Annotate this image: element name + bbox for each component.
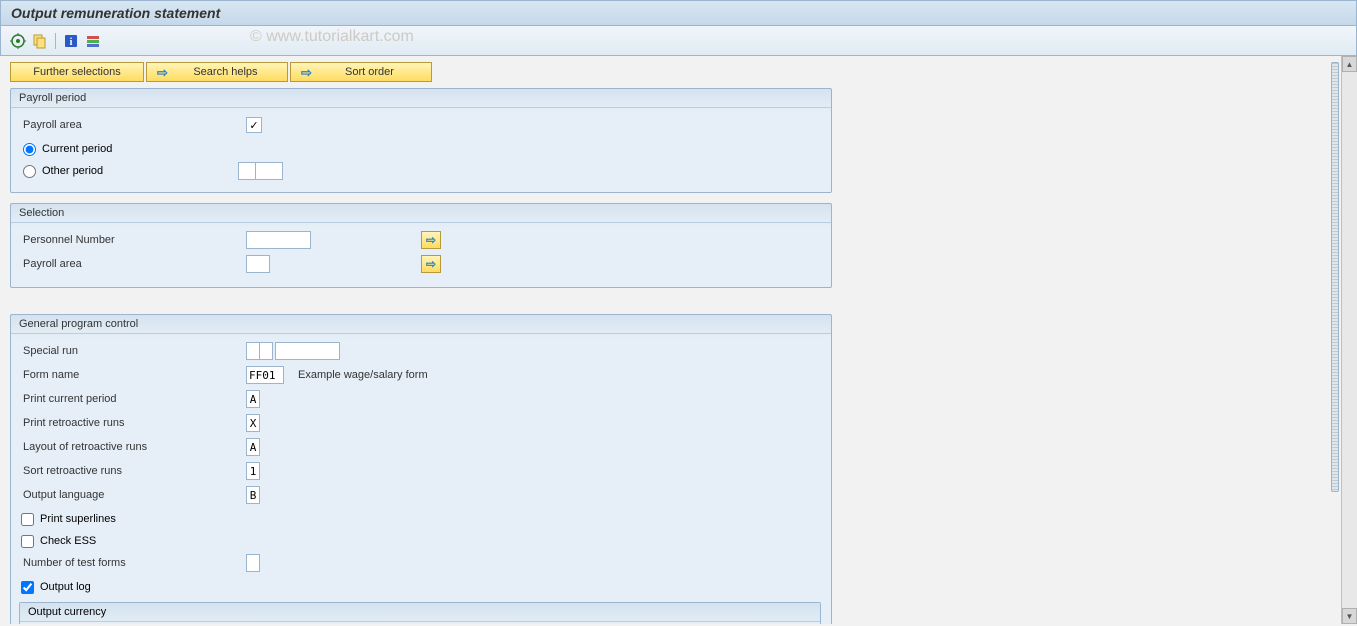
num-test-forms-input[interactable] — [246, 554, 260, 572]
variant-icon[interactable] — [31, 32, 49, 50]
form-name-input[interactable] — [246, 366, 284, 384]
other-period-label: Other period — [42, 165, 238, 177]
special-run-input-1[interactable] — [246, 342, 260, 360]
general-program-control-group: General program control Special run Form… — [10, 314, 832, 624]
check-ess-label: Check ESS — [40, 535, 96, 547]
selection-header: Selection — [11, 204, 831, 223]
execute-icon[interactable] — [9, 32, 27, 50]
special-run-label: Special run — [21, 345, 246, 357]
num-test-forms-label: Number of test forms — [21, 557, 246, 569]
other-period-input-1[interactable] — [238, 162, 256, 180]
print-current-input[interactable] — [246, 390, 260, 408]
scroll-down-arrow[interactable]: ▼ — [1342, 608, 1357, 624]
sort-retro-label: Sort retroactive runs — [21, 465, 246, 477]
print-current-label: Print current period — [21, 393, 246, 405]
action-bar: Further selections ⇨ Search helps ⇨ Sort… — [10, 62, 1331, 82]
personnel-number-input[interactable] — [246, 231, 311, 249]
info-icon[interactable]: i — [62, 32, 80, 50]
output-log-checkbox[interactable] — [21, 581, 34, 594]
title-bar: Output remuneration statement — [0, 0, 1357, 26]
scroll-up-arrow[interactable]: ▲ — [1342, 56, 1357, 72]
further-selections-button[interactable]: Further selections — [10, 62, 144, 82]
output-log-label: Output log — [40, 581, 91, 593]
payroll-area-sel-input[interactable] — [246, 255, 270, 273]
vertical-scrollbar[interactable]: ▲ ▼ — [1341, 56, 1357, 624]
further-selections-label: Further selections — [33, 66, 120, 78]
arrow-right-icon: ⇨ — [426, 233, 436, 247]
payroll-area-checkbox[interactable]: ✓ — [246, 117, 262, 133]
scroll-track[interactable] — [1342, 72, 1357, 608]
special-run-input-3[interactable] — [275, 342, 340, 360]
layout-retro-label: Layout of retroactive runs — [21, 441, 246, 453]
other-period-radio[interactable] — [23, 165, 36, 178]
arrow-right-icon: ⇨ — [301, 66, 312, 79]
content-area: Further selections ⇨ Search helps ⇨ Sort… — [0, 56, 1357, 624]
current-period-radio[interactable] — [23, 143, 36, 156]
general-header: General program control — [11, 315, 831, 334]
arrow-right-icon: ⇨ — [157, 66, 168, 79]
output-lang-input[interactable] — [246, 486, 260, 504]
resize-grip[interactable] — [1331, 62, 1339, 492]
selection-group: Selection Personnel Number ⇨ Payroll are… — [10, 203, 832, 288]
sort-retro-input[interactable] — [246, 462, 260, 480]
payroll-area-label: Payroll area — [21, 119, 246, 131]
print-superlines-label: Print superlines — [40, 513, 116, 525]
form-name-label: Form name — [21, 369, 246, 381]
svg-text:i: i — [70, 37, 73, 48]
personnel-number-multiselect-button[interactable]: ⇨ — [421, 231, 441, 249]
format-icon[interactable] — [84, 32, 102, 50]
page-title: Output remuneration statement — [11, 5, 220, 21]
sort-order-label: Sort order — [318, 66, 421, 78]
personnel-number-label: Personnel Number — [21, 234, 246, 246]
sort-order-button[interactable]: ⇨ Sort order — [290, 62, 432, 82]
payroll-area-multiselect-button[interactable]: ⇨ — [421, 255, 441, 273]
check-ess-checkbox[interactable] — [21, 535, 34, 548]
payroll-area-sel-label: Payroll area — [21, 258, 246, 270]
layout-retro-input[interactable] — [246, 438, 260, 456]
toolbar: i — [0, 26, 1357, 56]
main-content: Further selections ⇨ Search helps ⇨ Sort… — [0, 56, 1341, 624]
output-lang-label: Output language — [21, 489, 246, 501]
special-run-input-2[interactable] — [259, 342, 273, 360]
current-period-label: Current period — [42, 143, 112, 155]
payroll-period-header: Payroll period — [11, 89, 831, 108]
print-retro-label: Print retroactive runs — [21, 417, 246, 429]
payroll-period-group: Payroll period Payroll area ✓ Current pe… — [10, 88, 832, 193]
output-currency-group: Output currency For-period — [19, 602, 821, 624]
form-name-description: Example wage/salary form — [298, 369, 428, 381]
search-helps-button[interactable]: ⇨ Search helps — [146, 62, 288, 82]
print-retro-input[interactable] — [246, 414, 260, 432]
output-currency-header: Output currency — [20, 603, 820, 622]
arrow-right-icon: ⇨ — [426, 257, 436, 271]
other-period-input-2[interactable] — [255, 162, 283, 180]
toolbar-separator — [55, 33, 56, 49]
search-helps-label: Search helps — [174, 66, 277, 78]
print-superlines-checkbox[interactable] — [21, 513, 34, 526]
